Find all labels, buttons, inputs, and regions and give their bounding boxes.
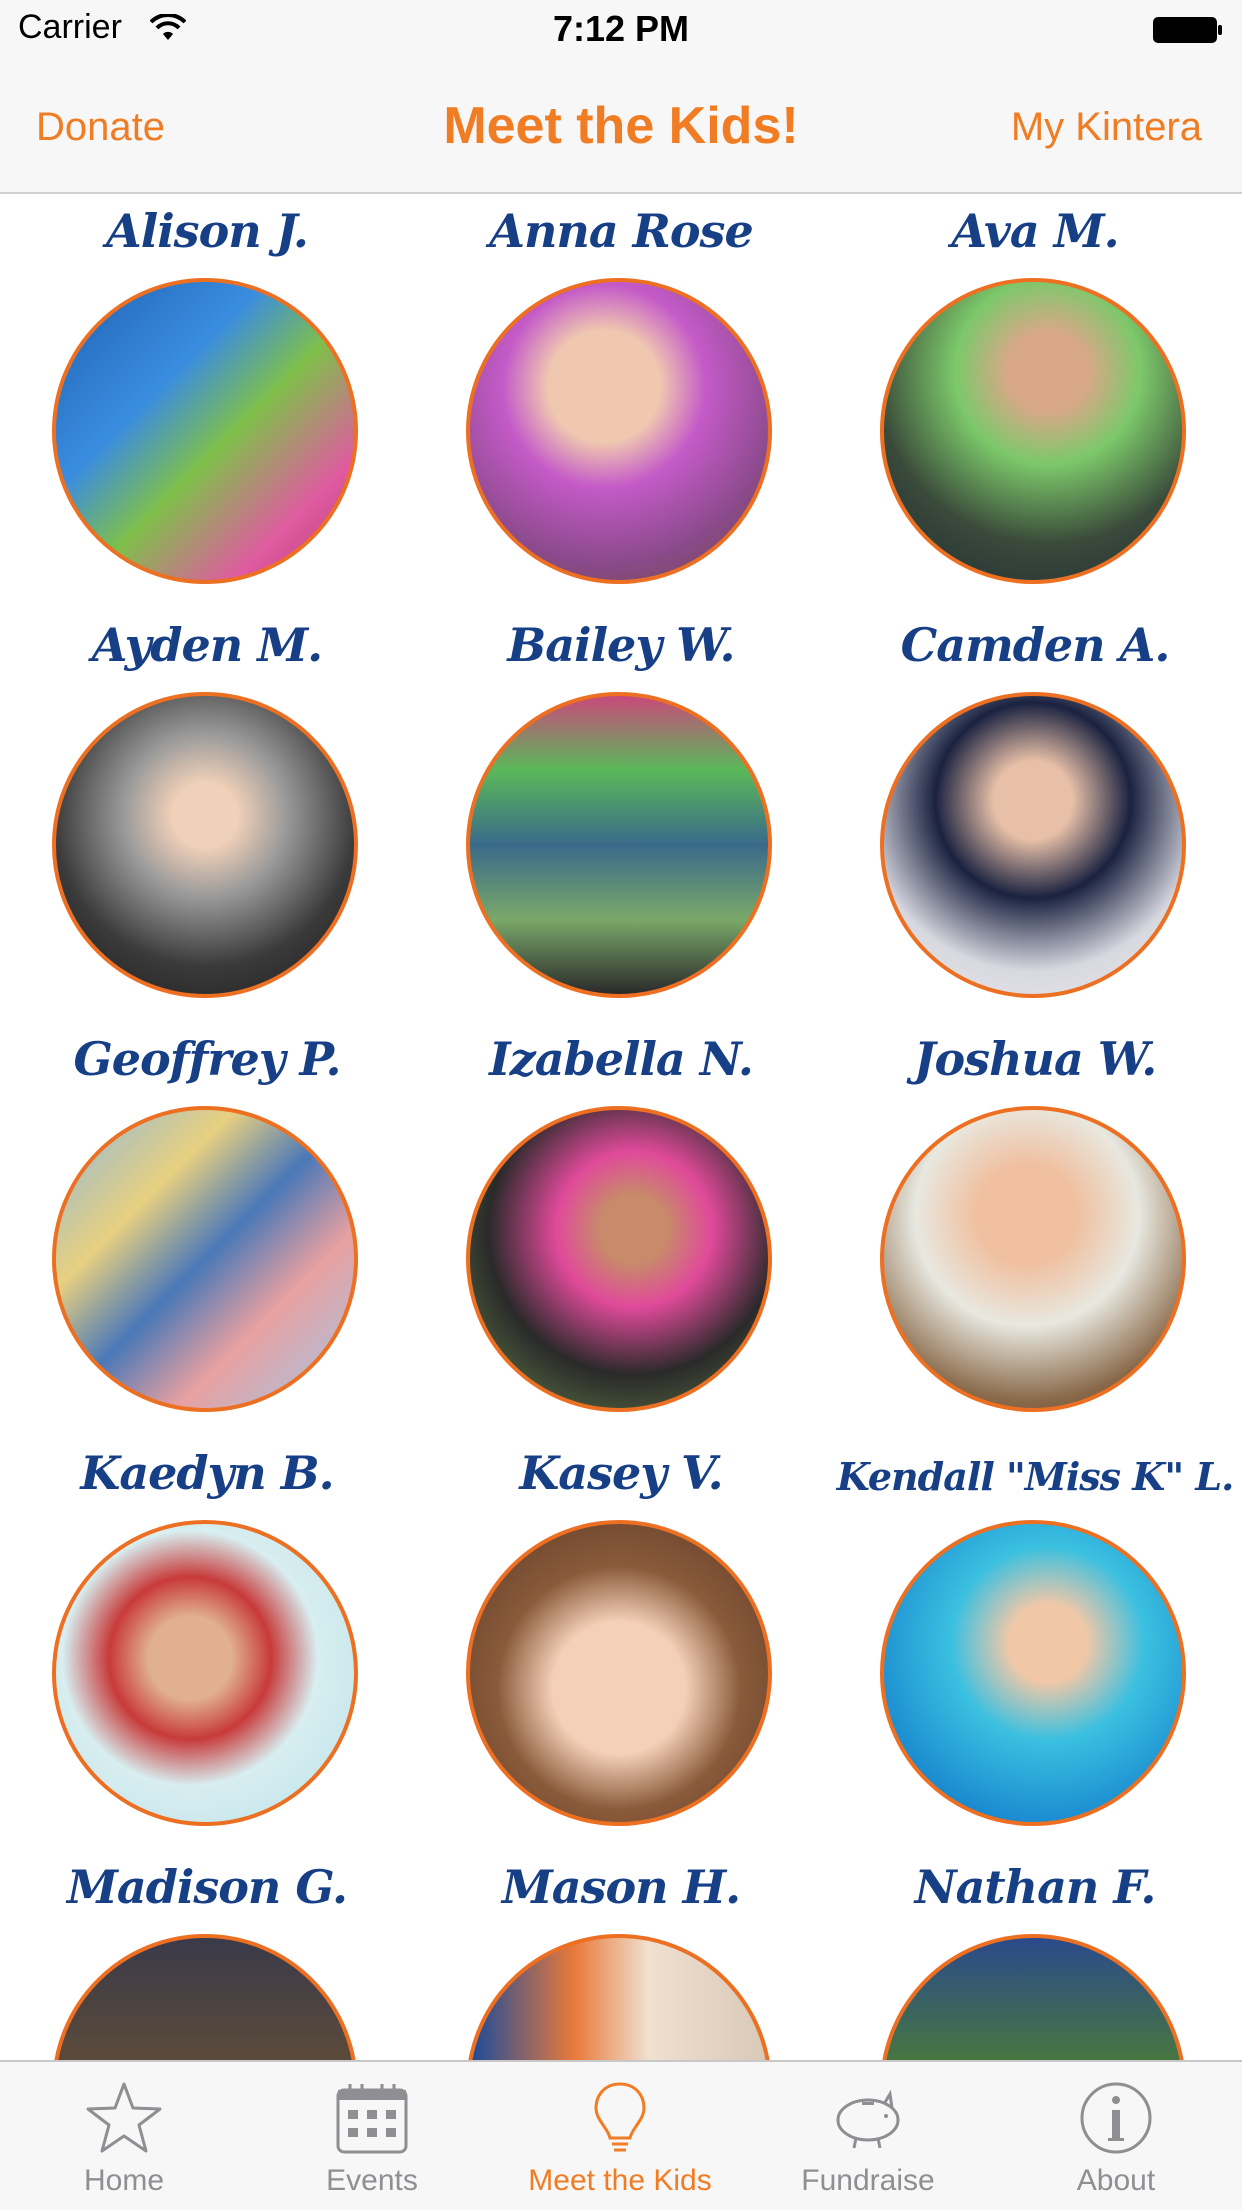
star-icon bbox=[86, 2082, 162, 2153]
piggy-bank-icon bbox=[836, 2089, 900, 2149]
kid-cell-geoffrey[interactable]: Geoffrey P. bbox=[0, 1022, 414, 1436]
kid-photo bbox=[466, 1934, 772, 2060]
kid-cell-kendall[interactable]: Kendall "Miss K" L. bbox=[828, 1436, 1242, 1850]
kid-cell-alison[interactable]: Alison J. bbox=[0, 194, 414, 608]
tab-home[interactable]: Home bbox=[0, 2062, 248, 2210]
kid-photo bbox=[52, 1934, 358, 2060]
info-icon bbox=[1080, 2082, 1152, 2154]
kid-photo bbox=[880, 1106, 1186, 1412]
kid-cell-anna-rose[interactable]: Anna Rose bbox=[414, 194, 828, 608]
kid-cell-nathan[interactable]: Nathan F. bbox=[828, 1850, 1242, 2060]
kid-name: Kendall "Miss K" L. bbox=[836, 1454, 1235, 1499]
tab-label: Events bbox=[326, 2164, 418, 2197]
kid-photo bbox=[466, 278, 772, 584]
kid-name: Anna Rose bbox=[489, 204, 753, 258]
kid-cell-kasey[interactable]: Kasey V. bbox=[414, 1436, 828, 1850]
kid-name: Nathan F. bbox=[914, 1860, 1157, 1914]
kid-photo bbox=[880, 1520, 1186, 1826]
kid-cell-ava[interactable]: Ava M. bbox=[828, 194, 1242, 608]
kid-cell-madison[interactable]: Madison G. bbox=[0, 1850, 414, 2060]
status-bar: Carrier 7:12 PM bbox=[0, 0, 1242, 60]
kid-photo bbox=[880, 1934, 1186, 2060]
kid-cell-camden[interactable]: Camden A. bbox=[828, 608, 1242, 1022]
kid-photo bbox=[880, 278, 1186, 584]
calendar-icon bbox=[336, 2084, 408, 2154]
kid-name: Camden A. bbox=[900, 618, 1171, 672]
kid-name: Mason H. bbox=[501, 1860, 741, 1914]
kid-name: Ava M. bbox=[951, 204, 1119, 258]
battery-icon bbox=[1153, 17, 1222, 43]
kid-cell-kaedyn[interactable]: Kaedyn B. bbox=[0, 1436, 414, 1850]
kid-cell-ayden[interactable]: Ayden M. bbox=[0, 608, 414, 1022]
tab-bar: Home Events Meet the Kids Fundraise Abou… bbox=[0, 2060, 1242, 2210]
kid-photo bbox=[880, 692, 1186, 998]
tab-fundraise[interactable]: Fundraise bbox=[744, 2062, 992, 2210]
kid-photo bbox=[466, 692, 772, 998]
kid-cell-joshua[interactable]: Joshua W. bbox=[828, 1022, 1242, 1436]
kid-photo bbox=[52, 692, 358, 998]
kid-cell-mason[interactable]: Mason H. bbox=[414, 1850, 828, 2060]
kid-name: Ayden M. bbox=[91, 618, 323, 672]
lightbulb-icon bbox=[594, 2082, 646, 2152]
tab-label: Meet the Kids bbox=[528, 2164, 712, 2197]
kid-photo bbox=[52, 1106, 358, 1412]
kids-grid: Alison J. Anna Rose Ava M. Ayden M. Bail… bbox=[0, 194, 1242, 2060]
navigation-bar: Donate Meet the Kids! My Kintera bbox=[0, 60, 1242, 194]
kid-cell-bailey[interactable]: Bailey W. bbox=[414, 608, 828, 1022]
kid-cell-izabella[interactable]: Izabella N. bbox=[414, 1022, 828, 1436]
kid-photo bbox=[52, 1520, 358, 1826]
kid-photo bbox=[466, 1520, 772, 1826]
kid-name: Bailey W. bbox=[507, 618, 735, 672]
tab-label: Home bbox=[83, 2164, 165, 2197]
clock: 7:12 PM bbox=[552, 8, 690, 49]
kid-photo bbox=[466, 1106, 772, 1412]
kid-photo bbox=[52, 278, 358, 584]
tab-meet-the-kids[interactable]: Meet the Kids bbox=[496, 2062, 744, 2210]
tab-events[interactable]: Events bbox=[248, 2062, 496, 2210]
kid-name: Geoffrey P. bbox=[73, 1032, 341, 1086]
kid-name: Izabella N. bbox=[489, 1032, 754, 1086]
tab-label: Fundraise bbox=[801, 2164, 935, 2197]
kid-name: Kasey V. bbox=[519, 1446, 723, 1500]
kid-name: Madison G. bbox=[66, 1860, 348, 1914]
kid-name: Joshua W. bbox=[913, 1032, 1158, 1086]
my-kintera-button[interactable]: My Kintera bbox=[1011, 105, 1202, 150]
kid-name: Kaedyn B. bbox=[80, 1446, 334, 1500]
tab-about[interactable]: About bbox=[992, 2062, 1240, 2210]
tab-label: About bbox=[1076, 2164, 1156, 2197]
kid-name: Alison J. bbox=[106, 204, 309, 258]
